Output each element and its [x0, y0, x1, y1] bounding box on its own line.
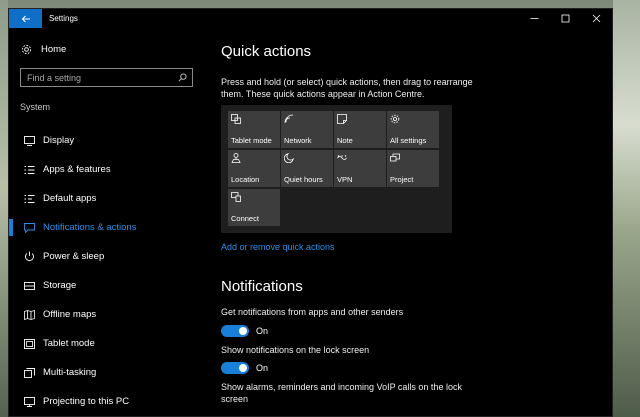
settings-window: Settings Home Find a setting System Disp… — [8, 8, 613, 417]
sidebar-item-label: Storage — [43, 280, 77, 291]
sidebar-item-label: Projecting to this PC — [43, 396, 130, 407]
sidebar-item-power-sleep[interactable]: Power & sleep — [9, 242, 204, 271]
projecting-icon — [23, 396, 35, 408]
connect-icon — [231, 192, 241, 202]
sidebar-item-label: Power & sleep — [43, 251, 105, 262]
window-title: Settings — [49, 14, 78, 23]
project-icon — [390, 153, 400, 162]
moon-icon — [284, 153, 294, 163]
close-button[interactable] — [581, 9, 612, 28]
back-button[interactable] — [9, 9, 42, 28]
tile-project[interactable]: Project — [387, 150, 439, 187]
tile-network[interactable]: Network — [281, 111, 333, 148]
tile-all-settings[interactable]: All settings — [387, 111, 439, 148]
quick-actions-description: Press and hold (or select) quick actions… — [221, 77, 473, 99]
tile-label: Location — [231, 175, 260, 184]
quick-actions-heading: Quick actions — [221, 43, 312, 60]
close-icon — [592, 14, 601, 23]
section-label-system: System — [20, 102, 51, 112]
desktop-wallpaper-right — [613, 0, 640, 417]
title-bar: Settings — [9, 9, 612, 28]
sidebar-item-label: Offline maps — [43, 309, 97, 320]
minimize-button[interactable] — [519, 9, 550, 28]
quick-actions-grid: Tablet mode Network Note All settings Lo… — [221, 105, 452, 233]
notifications-heading: Notifications — [221, 278, 303, 295]
tile-quiet-hours[interactable]: Quiet hours — [281, 150, 333, 187]
tile-vpn[interactable]: VPN — [334, 150, 386, 187]
toggle-state-label: On — [256, 363, 269, 373]
home-label: Home — [41, 43, 67, 55]
location-icon — [231, 153, 241, 163]
tile-label: Network — [284, 136, 312, 145]
back-arrow-icon — [21, 15, 30, 22]
tile-label: Tablet mode — [231, 136, 272, 145]
sidebar-item-multi-tasking[interactable]: Multi-tasking — [9, 358, 204, 387]
maximize-icon — [561, 14, 570, 23]
sidebar-item-tablet-mode[interactable]: Tablet mode — [9, 329, 204, 358]
main-content: Quick actions Press and hold (or select)… — [221, 28, 601, 416]
gear-icon — [390, 114, 400, 124]
power-icon — [23, 251, 35, 263]
add-remove-quick-actions-link[interactable]: Add or remove quick actions — [221, 242, 601, 255]
app-notifications-toggle[interactable] — [221, 324, 249, 337]
multitasking-icon — [23, 367, 35, 379]
sidebar-item-label: Notifications & actions — [43, 222, 137, 233]
tile-label: Note — [337, 136, 353, 145]
default-apps-icon — [23, 193, 35, 205]
setting-label-app-notifications: Get notifications from apps and other se… — [221, 307, 404, 317]
sidebar-item-label: Display — [43, 135, 75, 146]
sidebar-item-notifications-actions[interactable]: Notifications & actions — [9, 213, 204, 242]
tile-label: Project — [390, 175, 414, 184]
sidebar-item-projecting[interactable]: Projecting to this PC — [9, 387, 204, 416]
note-icon — [337, 114, 347, 124]
toggle-row-lock-screen-notifications: On — [221, 361, 601, 375]
sidebar-nav: Display Apps & features Default apps Not… — [9, 126, 204, 416]
sidebar-item-offline-maps[interactable]: Offline maps — [9, 300, 204, 329]
tablet-mode-icon — [231, 114, 241, 124]
setting-label-alarms-reminders: Show alarms, reminders and incoming VoIP… — [221, 382, 462, 404]
tablet-icon — [23, 338, 35, 350]
tile-label: Connect — [231, 214, 259, 223]
desktop-wallpaper-left — [0, 0, 8, 417]
tile-label: All settings — [390, 136, 427, 145]
sidebar-item-storage[interactable]: Storage — [9, 271, 204, 300]
apps-list-icon — [23, 164, 35, 176]
setting-label-lock-screen-notifications: Show notifications on the lock screen — [221, 344, 370, 355]
sidebar-item-default-apps[interactable]: Default apps — [9, 184, 204, 213]
tile-location[interactable]: Location — [228, 150, 280, 187]
map-icon — [23, 309, 35, 321]
tile-connect[interactable]: Connect — [228, 189, 280, 226]
tile-label: Quiet hours — [284, 175, 323, 184]
search-icon — [178, 73, 187, 82]
home-link[interactable]: Home — [9, 38, 204, 60]
sidebar-item-label: Tablet mode — [43, 338, 95, 349]
sidebar-item-apps-features[interactable]: Apps & features — [9, 155, 204, 184]
lock-screen-notifications-toggle[interactable] — [221, 362, 249, 374]
vpn-icon — [337, 155, 347, 160]
storage-icon — [23, 280, 35, 292]
network-icon — [284, 114, 294, 124]
toggle-state-label: On — [256, 325, 269, 336]
sidebar-item-label: Default apps — [43, 193, 97, 204]
tile-note[interactable]: Note — [334, 111, 386, 148]
search-placeholder: Find a setting — [27, 72, 82, 83]
minimize-icon — [530, 18, 539, 19]
sidebar: Home Find a setting System Display Apps … — [9, 28, 204, 416]
toggle-row-app-notifications: On — [221, 324, 601, 338]
sidebar-item-label: Multi-tasking — [43, 367, 97, 378]
notifications-icon — [23, 222, 35, 234]
sidebar-item-label: Apps & features — [43, 164, 111, 175]
tile-label: VPN — [337, 175, 353, 184]
search-input[interactable]: Find a setting — [20, 68, 193, 87]
sidebar-item-display[interactable]: Display — [9, 126, 204, 155]
gear-icon — [21, 44, 32, 54]
monitor-icon — [23, 135, 35, 147]
tile-tablet-mode[interactable]: Tablet mode — [228, 111, 280, 148]
maximize-button[interactable] — [550, 9, 581, 28]
